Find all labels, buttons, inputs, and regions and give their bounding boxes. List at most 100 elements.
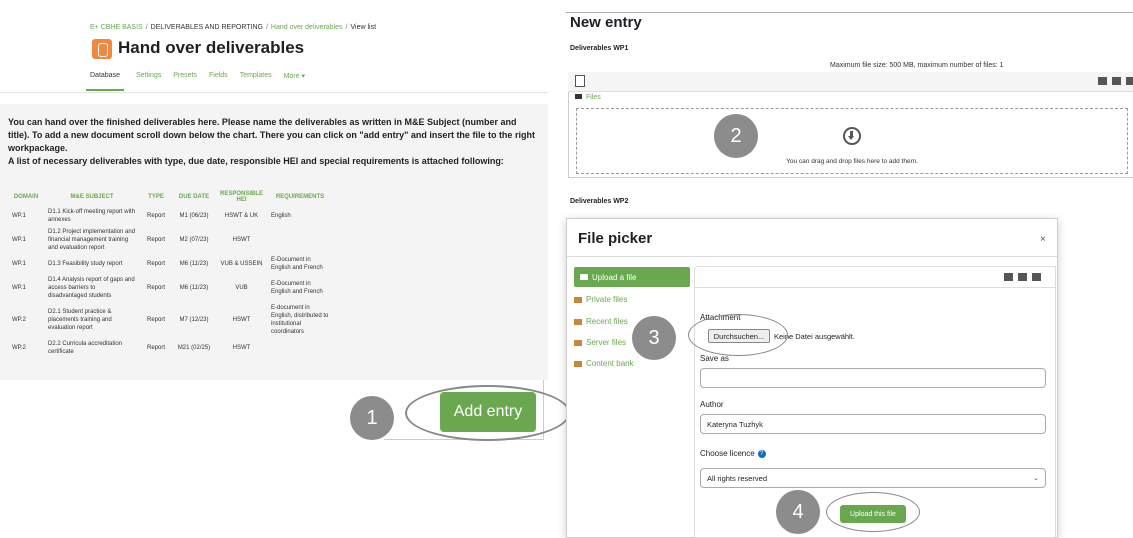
table-cell: E-Document in English and French [271, 257, 323, 271]
table-cell: HSWT [232, 317, 251, 323]
table-cell: D1.1 Kick-off meeting report with annexe… [48, 209, 135, 223]
table-row: WP.2 D2.1 Student practice & placements t… [8, 302, 333, 338]
table-cell: WP.2 [12, 345, 26, 351]
table-cell: Report [146, 237, 165, 243]
intro-paragraph: A list of necessary deliverables with ty… [8, 156, 504, 166]
column-header: RESPONSIBLE HEI [220, 191, 264, 203]
add-file-icon[interactable] [575, 75, 585, 87]
table-cell: D1.3 Feasibility study report [48, 261, 123, 267]
close-icon[interactable]: × [1040, 234, 1046, 245]
grid-view-icon[interactable] [1004, 273, 1013, 281]
upload-icon [580, 274, 588, 280]
table-cell: M6 (11/23) [179, 285, 209, 291]
top-divider [566, 12, 1133, 13]
licence-label: Choose licence [700, 449, 755, 458]
download-arrow-icon [843, 127, 861, 145]
table-row: WP.1 D1.4 Analysis report of gaps and acc… [8, 274, 333, 302]
repo-server-files[interactable]: Server files [574, 338, 626, 347]
table-cell: Report [146, 213, 165, 219]
table-cell: E-Document in English and French [271, 281, 323, 295]
folder-icon [575, 94, 582, 99]
repo-upload-file[interactable]: Upload a file [574, 267, 690, 287]
tab-settings[interactable]: Settings [136, 72, 161, 91]
tab-more[interactable]: More ▾ [284, 72, 305, 91]
table-cell: HSWT [232, 237, 251, 243]
step-badge-2: 2 [714, 114, 758, 158]
table-cell: M2 (07/23) [179, 237, 209, 243]
column-header: REQUIREMENTS [275, 194, 325, 200]
table-cell: VUB & USSEIN [220, 261, 263, 267]
table-cell: WP.1 [12, 261, 26, 267]
licence-select[interactable]: All rights reserved ⌄ [700, 468, 1046, 488]
table-cell: Report [146, 345, 165, 351]
intro-paragraph: You can hand over the finished deliverab… [8, 117, 535, 153]
table-cell: E-document in English, distributed to in… [271, 305, 329, 335]
table-cell: M21 (02/25) [177, 345, 211, 351]
table-cell [267, 226, 333, 254]
step-badge-4: 4 [776, 490, 820, 534]
repo-label: Recent files [586, 317, 628, 326]
table-cell: WP.1 [12, 237, 26, 243]
tab-presets[interactable]: Presets [173, 72, 197, 91]
step-badge-3: 3 [632, 316, 676, 360]
column-header: M&E SUBJECT [70, 194, 114, 200]
files-folder[interactable]: Files [575, 94, 601, 101]
max-file-size-text: Maximum file size: 500 MB, maximum numbe… [830, 62, 1004, 69]
table-cell: Report [146, 261, 165, 267]
table-cell: Report [146, 285, 165, 291]
column-header: DUE DATE [178, 194, 210, 200]
grid-view-icon[interactable] [1098, 77, 1107, 85]
tab-templates[interactable]: Templates [240, 72, 272, 91]
author-input[interactable]: Kateryna Tuzhyk [700, 414, 1046, 434]
licence-value: All rights reserved [707, 473, 768, 483]
repository-icon [574, 318, 582, 325]
tab-fields[interactable]: Fields [209, 72, 228, 91]
table-cell: HSWT & UK [224, 213, 259, 219]
repository-icon [574, 339, 582, 346]
breadcrumb-section[interactable]: DELIVERABLES AND REPORTING [151, 24, 263, 31]
breadcrumb-activity[interactable]: Hand over deliverables [271, 24, 343, 31]
add-entry-button[interactable]: Add entry [440, 392, 536, 432]
deliverables-table: DOMAIN M&E SUBJECT TYPE DUE DATE RESPONS… [8, 188, 333, 358]
chevron-down-icon: ⌄ [1033, 475, 1039, 482]
table-cell: HSWT [232, 345, 251, 351]
wp1-label: Deliverables WP1 [570, 45, 629, 52]
table-row: WP.1 D1.1 Kick-off meeting report with an… [8, 206, 333, 226]
help-icon[interactable]: ? [757, 449, 766, 458]
list-view-icon[interactable] [1018, 273, 1027, 281]
save-as-input[interactable] [700, 368, 1046, 388]
tab-database[interactable]: Database [86, 72, 124, 91]
repo-content-bank[interactable]: Content bank [574, 359, 634, 368]
column-header: DOMAIN [13, 194, 39, 200]
tabs-divider [0, 92, 548, 93]
repo-label: Upload a file [592, 272, 637, 282]
deliverables-panel: E+ CBHE BASIS / DELIVERABLES AND REPORTING… [0, 0, 548, 380]
breadcrumb-separator: / [265, 24, 268, 31]
page-title: Hand over deliverables [118, 38, 305, 57]
repo-private-files[interactable]: Private files [574, 295, 627, 304]
highlight-ring [688, 314, 788, 356]
new-entry-title: New entry [570, 14, 642, 31]
database-icon [92, 39, 112, 59]
table-cell: English [271, 213, 291, 219]
repo-label: Private files [586, 295, 628, 304]
column-header: TYPE [148, 194, 164, 200]
table-row: WP.1 D1.3 Feasibility study report Report M… [8, 254, 333, 274]
table-cell: M1 (06/23) [179, 213, 209, 219]
breadcrumb-current: View list [350, 24, 377, 31]
breadcrumb-separator: / [345, 24, 348, 31]
list-view-icon[interactable] [1112, 77, 1121, 85]
repo-recent-files[interactable]: Recent files [574, 317, 628, 326]
dialog-divider [567, 256, 1057, 257]
breadcrumb-course[interactable]: E+ CBHE BASIS [90, 24, 143, 31]
wp2-label: Deliverables WP2 [570, 198, 629, 205]
file-manager-toolbar [568, 72, 1133, 92]
folder-view-icon[interactable] [1032, 273, 1041, 281]
upload-file-button[interactable]: Upload this file [840, 505, 906, 523]
repository-icon [574, 296, 582, 303]
folder-view-icon[interactable] [1126, 77, 1133, 85]
activity-tabs: Database Settings Presets Fields Templat… [86, 72, 305, 91]
files-folder-label: Files [586, 94, 601, 101]
view-switcher [1004, 273, 1041, 281]
table-cell: M6 (11/23) [179, 261, 209, 267]
